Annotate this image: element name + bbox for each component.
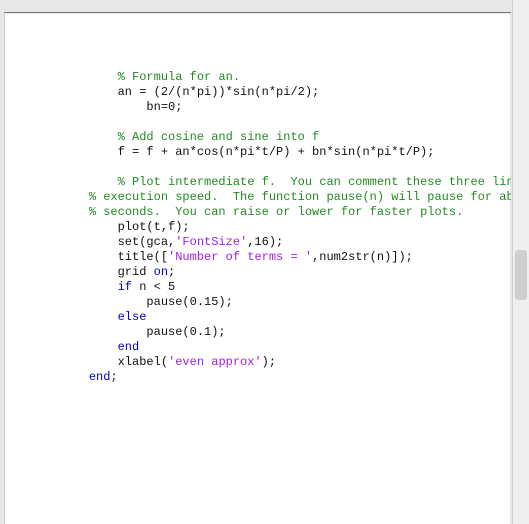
code-line: % Add cosine and sine into f: [60, 130, 319, 144]
code-line: % Plot intermediate f. You can comment t…: [60, 175, 511, 189]
code-line: grid on;: [60, 265, 175, 279]
code-line: f = f + an*cos(n*pi*t/P) + bn*sin(n*pi*t…: [60, 145, 434, 159]
page-content: % Formula for an. an = (2/(n*pi))*sin(n*…: [4, 14, 511, 524]
code-keyword: else: [118, 310, 147, 324]
code-text: n < 5: [132, 280, 175, 294]
code-line: bn=0;: [60, 100, 182, 114]
code-text: ,num2str(n)]);: [312, 250, 413, 264]
code-line: else: [60, 310, 146, 324]
code-comment: % Plot intermediate f. You can comment t…: [118, 175, 511, 189]
code-line: plot(t,f);: [60, 220, 190, 234]
vertical-scrollbar[interactable]: [512, 0, 529, 524]
code-keyword: end: [89, 370, 111, 384]
code-text: );: [262, 355, 276, 369]
code-line: % execution speed. The function pause(n)…: [60, 190, 511, 204]
code-line: an = (2/(n*pi))*sin(n*pi/2);: [60, 85, 319, 99]
code-line: end;: [60, 370, 118, 384]
code-text: pause(0.1);: [146, 325, 225, 339]
code-line: % Formula for an.: [60, 70, 240, 84]
code-text: ;: [110, 370, 117, 384]
viewport: % Formula for an. an = (2/(n*pi))*sin(n*…: [0, 0, 529, 524]
code-text: ,16);: [247, 235, 283, 249]
code-comment: % execution speed. The function pause(n)…: [89, 190, 511, 204]
code-string: 'FontSize': [175, 235, 247, 249]
code-line: if n < 5: [60, 280, 175, 294]
code-text: title([: [118, 250, 168, 264]
code-text: grid: [118, 265, 154, 279]
matlab-code-block: % Formula for an. an = (2/(n*pi))*sin(n*…: [60, 70, 491, 385]
code-line: set(gca,'FontSize',16);: [60, 235, 283, 249]
page-top-rule: [4, 12, 511, 13]
code-text: ;: [168, 265, 175, 279]
code-line: end: [60, 340, 139, 354]
code-keyword: end: [118, 340, 140, 354]
code-keyword: if: [118, 280, 132, 294]
code-line: title(['Number of terms = ',num2str(n)])…: [60, 250, 413, 264]
code-text: xlabel(: [118, 355, 168, 369]
scrollbar-thumb[interactable]: [515, 250, 527, 300]
code-line: % seconds. You can raise or lower for fa…: [60, 205, 463, 219]
code-string: 'even approx': [168, 355, 262, 369]
code-comment: % Add cosine and sine into f: [118, 130, 320, 144]
code-comment: % seconds. You can raise or lower for fa…: [89, 205, 463, 219]
code-text: set(gca,: [118, 235, 176, 249]
code-comment: % Formula for an.: [118, 70, 240, 84]
code-text: f = f + an*cos(n*pi*t/P) + bn*sin(n*pi*t…: [118, 145, 435, 159]
code-keyword: on: [154, 265, 168, 279]
code-text: an = (2/(n*pi))*sin(n*pi/2);: [118, 85, 320, 99]
code-text: pause(0.15);: [146, 295, 232, 309]
code-string: 'Number of terms = ': [168, 250, 312, 264]
code-text: bn=0;: [146, 100, 182, 114]
code-line: pause(0.15);: [60, 295, 233, 309]
code-text: plot(t,f);: [118, 220, 190, 234]
code-line: pause(0.1);: [60, 325, 226, 339]
code-line: xlabel('even approx');: [60, 355, 276, 369]
